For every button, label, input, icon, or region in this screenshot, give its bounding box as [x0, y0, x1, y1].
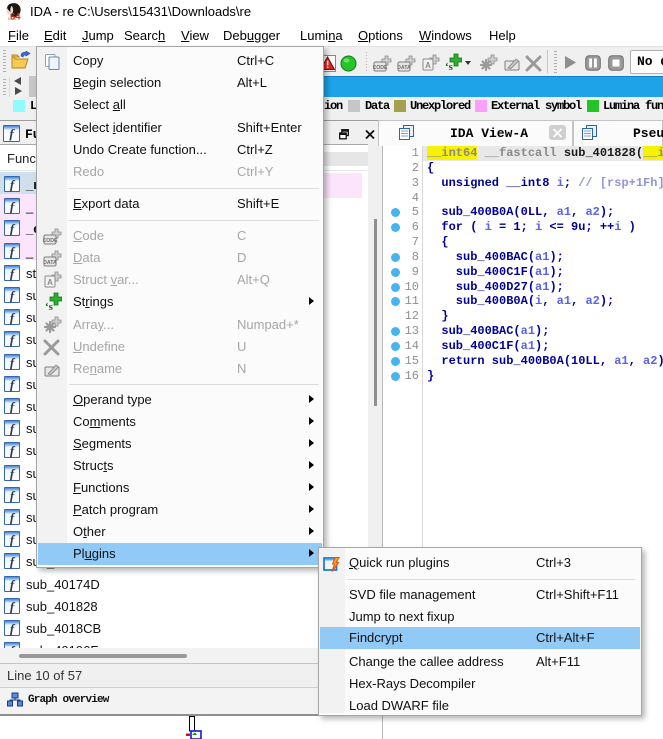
- svg-text:DATA: DATA: [397, 65, 411, 71]
- svg-text:DATA: DATA: [43, 260, 57, 266]
- svg-text:A: A: [425, 61, 431, 70]
- svg-text:CODE: CODE: [43, 238, 58, 244]
- svg-text:A: A: [47, 278, 53, 287]
- svg-text:CODE: CODE: [373, 65, 388, 71]
- svg-text:‘s: ‘s: [45, 301, 54, 312]
- svg-text:‘s: ‘s: [445, 61, 454, 72]
- svg-text:64: 64: [10, 12, 21, 22]
